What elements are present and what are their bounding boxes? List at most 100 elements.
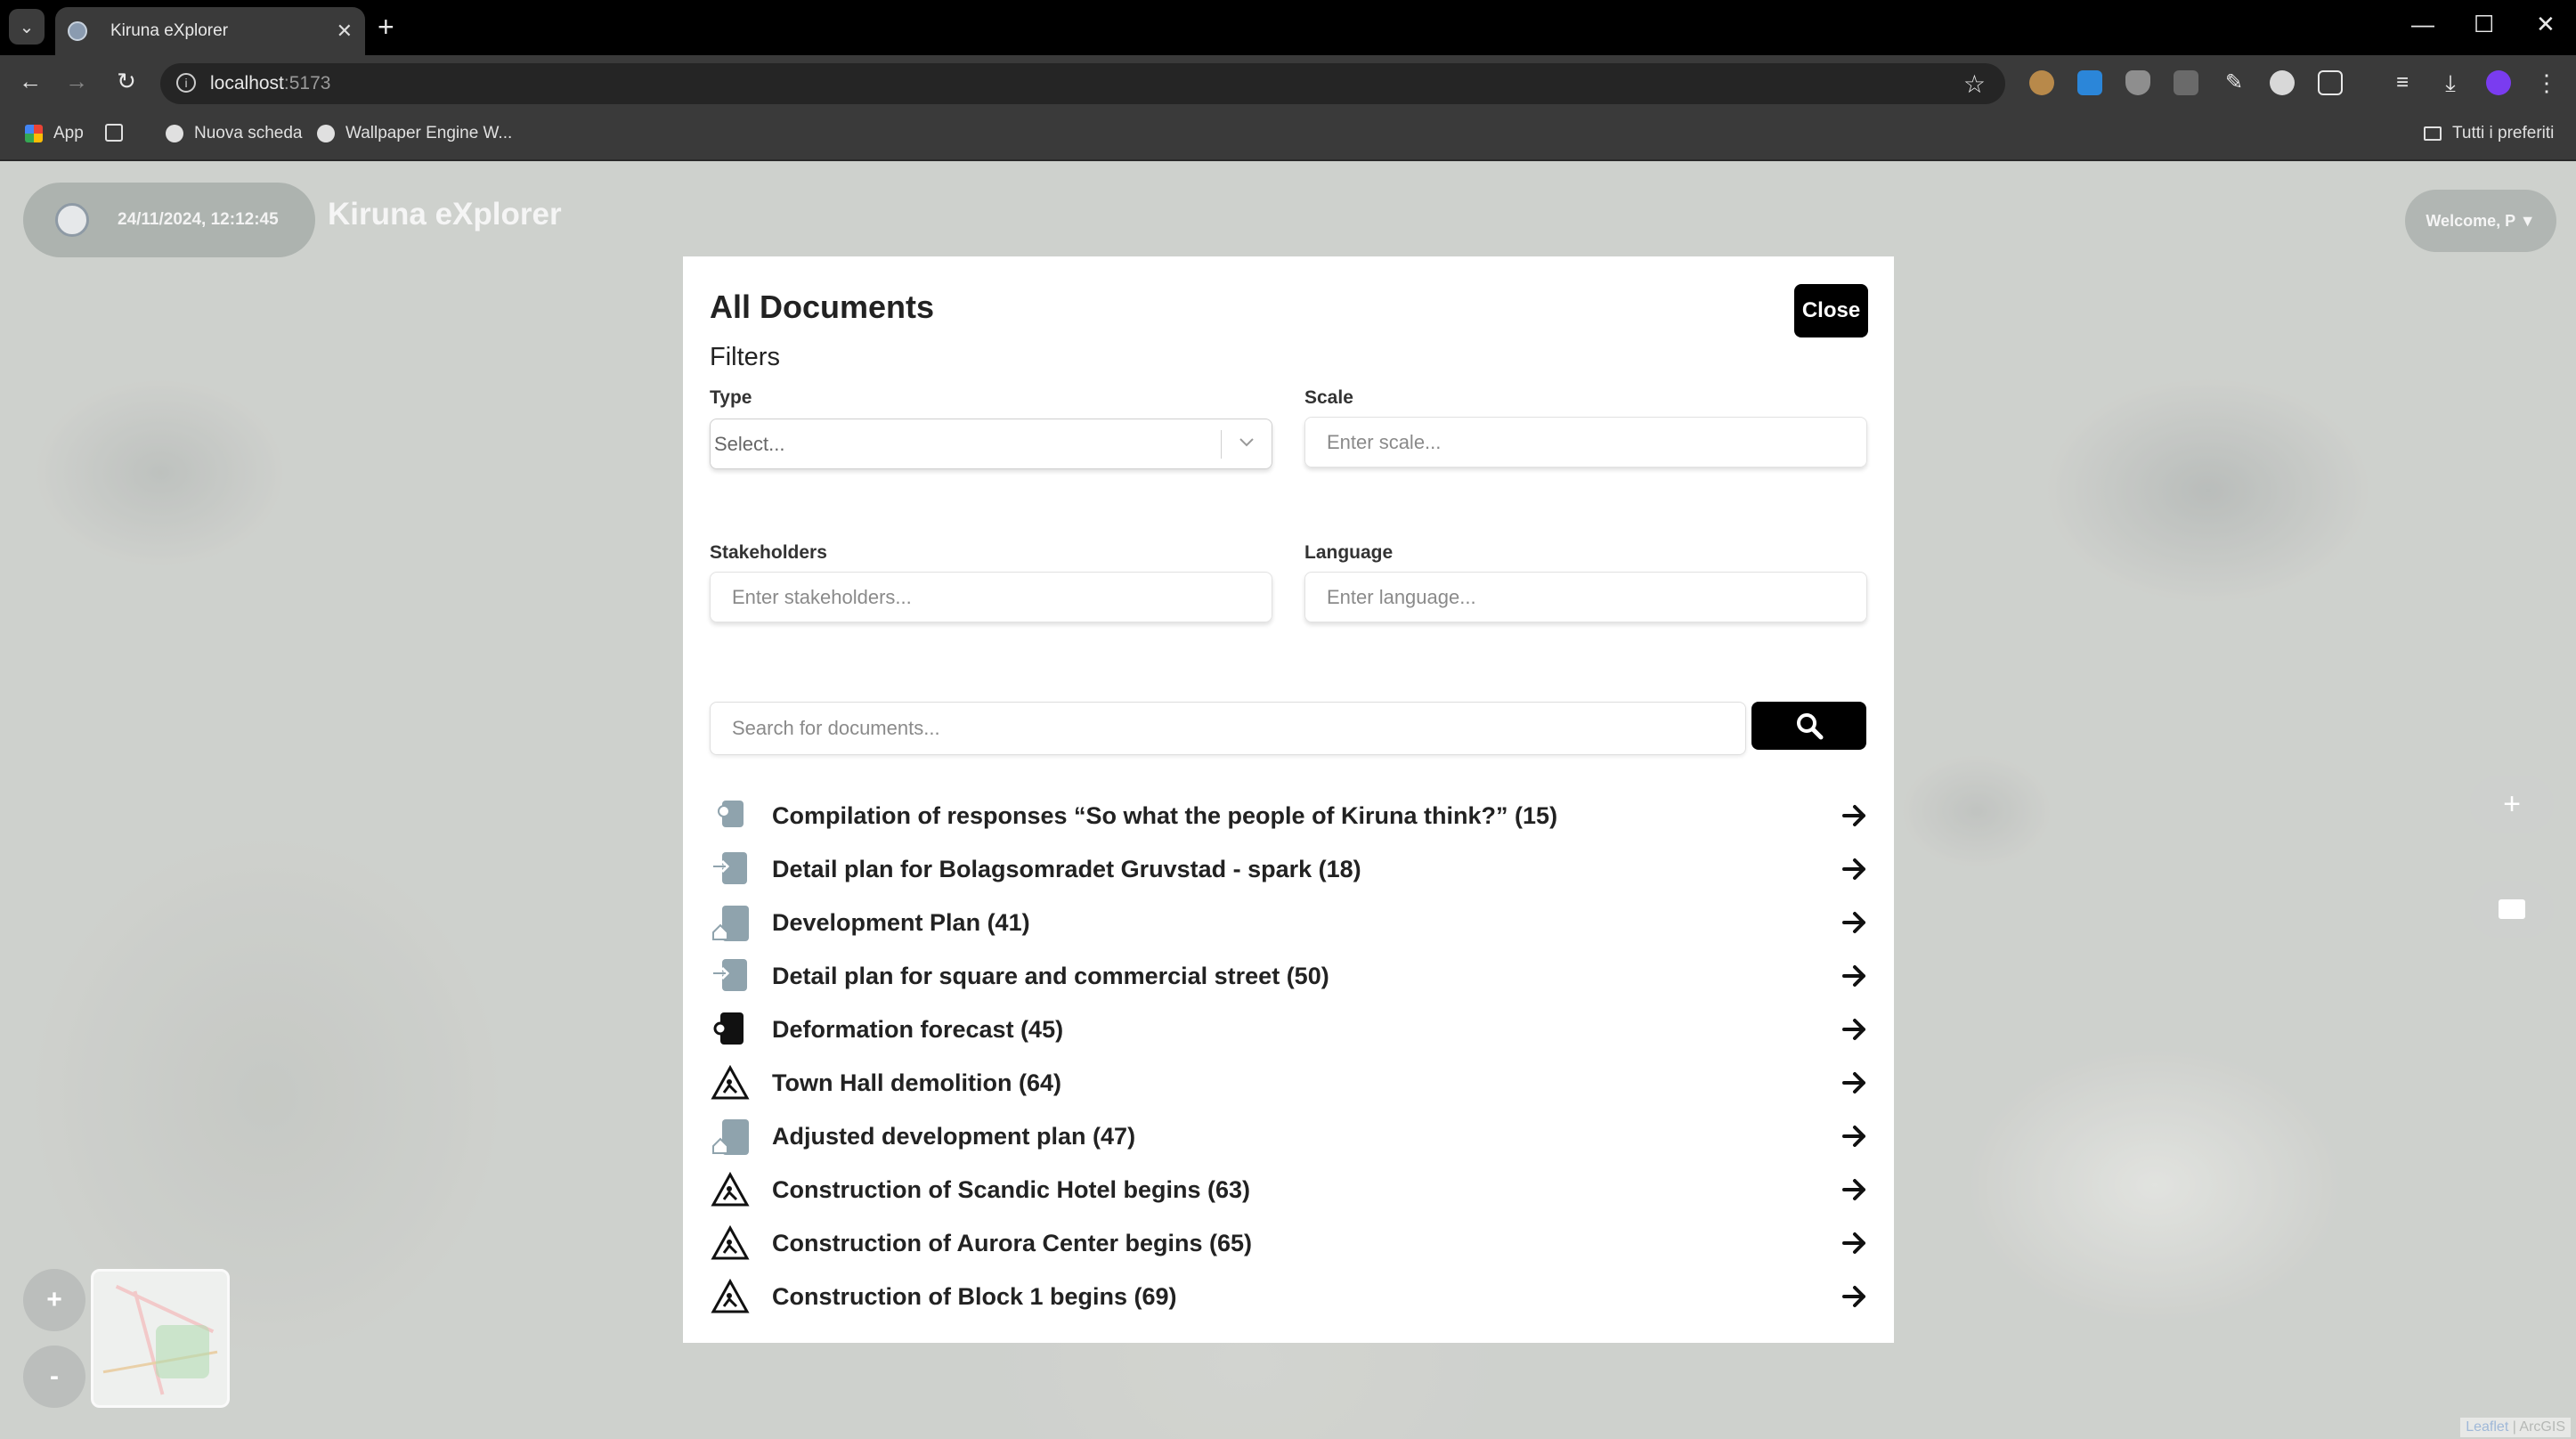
document-title: Construction of Block 1 begins (69) xyxy=(772,1283,1177,1310)
document-title: Adjusted development plan (47) xyxy=(772,1123,1136,1150)
document-title: Construction of Scandic Hotel begins (63… xyxy=(772,1176,1251,1203)
tab-close-icon[interactable]: ✕ xyxy=(337,20,353,43)
back-button[interactable]: ← xyxy=(14,68,46,95)
search-icon xyxy=(1796,713,1823,740)
extension-blob-icon[interactable] xyxy=(2270,70,2295,95)
arrow-right-icon[interactable] xyxy=(1842,911,1867,934)
consultation-icon xyxy=(718,801,744,827)
stakeholders-input[interactable]: Enter stakeholders... xyxy=(710,572,1272,622)
forward-button[interactable]: → xyxy=(61,68,93,95)
browser-toolbar: ← → ↻ i localhost:5173 ☆ ✎ ≡ ⤓ ⋮ xyxy=(0,55,2576,111)
app-title: Kiruna eXplorer xyxy=(328,197,562,232)
technical-document-icon xyxy=(713,1012,744,1045)
eyedropper-icon[interactable]: ✎ xyxy=(2222,70,2247,95)
document-row[interactable]: Construction of Scandic Hotel begins (63… xyxy=(710,1164,1867,1217)
bookmark-apps[interactable]: App xyxy=(25,124,84,143)
document-row[interactable]: Construction of Block 1 begins (69) xyxy=(710,1271,1867,1324)
document-row[interactable]: Town Hall demolition (64) xyxy=(710,1057,1867,1110)
datetime-text: 24/11/2024, 12:12:45 xyxy=(118,210,279,229)
zoom-out-button[interactable]: - xyxy=(23,1346,85,1408)
browser-menu-icon[interactable]: ⋮ xyxy=(2534,70,2559,95)
grid-icon xyxy=(105,124,123,142)
arrow-right-icon[interactable] xyxy=(1842,804,1867,827)
filters-heading: Filters xyxy=(710,343,780,371)
document-row[interactable]: Detail plan for Bolagsomradet Gruvstad -… xyxy=(710,843,1867,897)
bookmark-star-icon[interactable]: ☆ xyxy=(1963,69,1986,99)
kiruna-logo xyxy=(55,203,89,237)
minimize-button[interactable]: — xyxy=(2411,11,2434,38)
minimap[interactable] xyxy=(91,1269,230,1408)
tab-groups-icon[interactable] xyxy=(105,124,134,142)
arrow-right-icon[interactable] xyxy=(1842,1178,1867,1201)
add-document-button[interactable]: + xyxy=(2470,776,2554,833)
material-effect-icon xyxy=(711,1064,750,1100)
document-title: Construction of Aurora Center begins (65… xyxy=(772,1230,1253,1256)
design-document-icon xyxy=(712,1119,749,1155)
prescriptive-document-icon xyxy=(713,852,747,884)
datetime-pill: 24/11/2024, 12:12:45 xyxy=(23,183,315,257)
apps-grid-icon xyxy=(25,125,43,142)
document-row[interactable]: Adjusted development plan (47) xyxy=(710,1110,1867,1164)
search-button[interactable] xyxy=(1751,702,1866,750)
arrow-right-icon[interactable] xyxy=(1842,1232,1867,1255)
reload-button[interactable]: ↻ xyxy=(110,68,142,95)
document-row[interactable]: Development Plan (41) xyxy=(710,897,1867,950)
tab-search-button[interactable]: ⌄ xyxy=(9,9,45,45)
document-title: Town Hall demolition (64) xyxy=(772,1069,1062,1096)
site-info-icon[interactable]: i xyxy=(176,73,196,93)
globe-icon xyxy=(317,125,335,142)
extension-shield-icon[interactable] xyxy=(2125,70,2150,95)
chevron-down-icon xyxy=(1239,438,1254,447)
all-documents-button[interactable] xyxy=(2470,881,2554,938)
extension-robot-icon[interactable] xyxy=(2174,70,2198,95)
folder-icon xyxy=(2424,126,2442,141)
type-select-value: Select... xyxy=(714,432,785,455)
document-row[interactable]: Compilation of responses “So what the pe… xyxy=(710,790,1867,843)
material-effect-icon xyxy=(711,1278,750,1313)
zoom-in-button[interactable]: + xyxy=(23,1269,85,1331)
select-separator xyxy=(1221,430,1222,459)
document-search-input[interactable]: Search for documents... xyxy=(710,702,1746,755)
tab-favicon-icon xyxy=(68,21,87,41)
downloads-icon[interactable]: ⤓ xyxy=(2438,70,2463,95)
design-document-icon xyxy=(712,906,749,941)
maximize-button[interactable]: ☐ xyxy=(2474,11,2494,38)
reading-list-icon[interactable]: ≡ xyxy=(2390,70,2415,95)
type-select[interactable]: Select... xyxy=(710,419,1272,469)
extension-cookie-icon[interactable] xyxy=(2029,70,2054,95)
arrow-right-icon[interactable] xyxy=(1842,1285,1867,1308)
document-title: Detail plan for Bolagsomradet Gruvstad -… xyxy=(772,856,1361,882)
arrow-right-icon[interactable] xyxy=(1842,1018,1867,1041)
map-view[interactable]: 24/11/2024, 12:12:45 Kiruna eXplorer Wel… xyxy=(0,161,2576,1439)
arrow-right-icon[interactable] xyxy=(1842,964,1867,988)
document-row[interactable]: Deformation forecast (45) xyxy=(710,1004,1867,1057)
material-effect-icon xyxy=(711,1171,750,1207)
profile-avatar[interactable] xyxy=(2486,70,2511,95)
language-label: Language xyxy=(1304,542,1394,563)
browser-tab[interactable]: Kiruna eXplorer ✕ xyxy=(55,7,365,55)
address-bar[interactable]: i localhost:5173 ☆ xyxy=(160,63,2005,104)
user-menu-button[interactable]: Welcome, P ▼ xyxy=(2405,190,2556,252)
bookmark-wallpaper-engine[interactable]: Wallpaper Engine W... xyxy=(317,124,512,143)
close-button[interactable]: Close xyxy=(1794,284,1868,337)
document-row[interactable]: Construction of Aurora Center begins (65… xyxy=(710,1217,1867,1271)
bookmark-nuova-scheda[interactable]: Nuova scheda xyxy=(166,124,302,143)
all-bookmarks-folder[interactable]: Tutti i preferiti xyxy=(2424,124,2554,143)
map-attribution: Leaflet | ArcGIS xyxy=(2460,1418,2571,1437)
language-input[interactable]: Enter language... xyxy=(1304,572,1867,622)
extension-people-icon[interactable] xyxy=(2077,70,2102,95)
document-title: Detail plan for square and commercial st… xyxy=(772,963,1329,989)
scale-input[interactable]: Enter scale... xyxy=(1304,417,1867,467)
new-tab-button[interactable]: + xyxy=(378,11,394,43)
prescriptive-document-icon xyxy=(713,959,747,991)
globe-icon xyxy=(166,125,183,142)
arrow-right-icon[interactable] xyxy=(1842,858,1867,881)
folder-icon xyxy=(2499,899,2525,919)
window-close-button[interactable]: ✕ xyxy=(2536,11,2556,38)
document-title: Deformation forecast (45) xyxy=(772,1016,1064,1043)
arrow-right-icon[interactable] xyxy=(1842,1071,1867,1094)
tab-title: Kiruna eXplorer xyxy=(110,21,229,40)
extensions-puzzle-icon[interactable] xyxy=(2318,70,2343,95)
arrow-right-icon[interactable] xyxy=(1842,1125,1867,1148)
document-row[interactable]: Detail plan for square and commercial st… xyxy=(710,950,1867,1004)
